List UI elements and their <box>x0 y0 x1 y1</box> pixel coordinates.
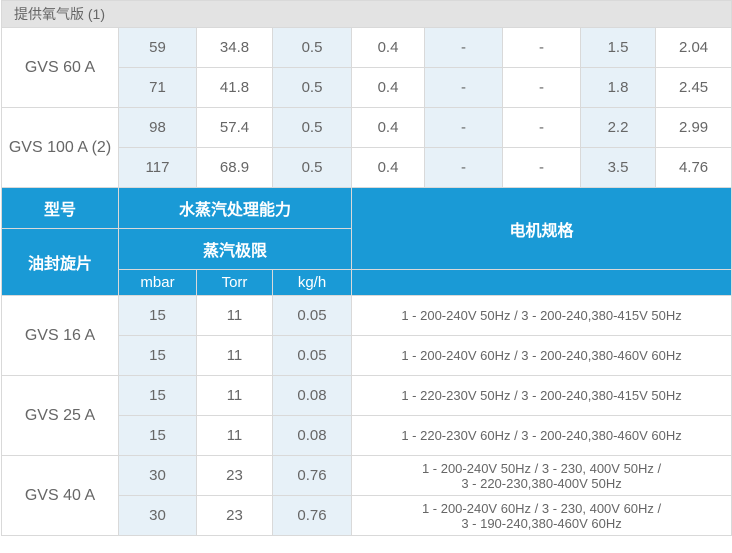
value-cell: - <box>424 67 503 108</box>
header-unit-kgh: kg/h <box>272 269 352 296</box>
motor-spec-cell: 1 - 200-240V 60Hz / 3 - 200-240,380-460V… <box>350 335 732 376</box>
header-row: 型号 水蒸汽处理能力 电机规格 <box>1 187 732 270</box>
table-row: GVS 40 A 30 23 0.76 1 - 200-240V 50Hz / … <box>1 455 732 536</box>
value-cell: 117 <box>118 147 197 188</box>
value-cell: 0.08 <box>272 415 352 456</box>
value-cell: - <box>502 147 581 188</box>
motor-spec-line: 3 - 190-240,380-460V 60Hz <box>461 515 622 531</box>
motor-spec-line: 1 - 200-240V 50Hz / 3 - 200-240,380-415V… <box>401 308 682 323</box>
section-band-label: 提供氧气版 (1) <box>0 0 732 28</box>
header-unit-torr: Torr <box>196 269 273 296</box>
value-cell: 34.8 <box>196 27 273 68</box>
value-cell: 98 <box>118 107 197 148</box>
motor-spec-line: 1 - 220-230V 50Hz / 3 - 200-240,380-415V… <box>401 388 682 403</box>
value-cell: 11 <box>196 415 273 456</box>
value-cell: - <box>424 147 503 188</box>
value-cell: 30 <box>118 495 197 536</box>
value-cell: 0.4 <box>351 27 425 68</box>
value-cell: 41.8 <box>196 67 273 108</box>
section-band: 提供氧气版 (1) <box>0 0 732 28</box>
value-cell: 1.8 <box>580 67 656 108</box>
value-cell: 1.5 <box>580 27 656 68</box>
motor-spec-cell: 1 - 220-230V 60Hz / 3 - 200-240,380-460V… <box>350 415 732 456</box>
motor-spec-line: 1 - 220-230V 60Hz / 3 - 200-240,380-460V… <box>401 428 682 443</box>
value-cell: 59 <box>118 27 197 68</box>
model-cell: GVS 60 A <box>1 27 119 108</box>
value-cell: 0.4 <box>351 147 425 188</box>
value-cell: 11 <box>196 295 273 336</box>
value-cell: 0.5 <box>272 67 352 108</box>
value-cell: 15 <box>118 375 197 416</box>
value-cell: 2.04 <box>654 27 732 68</box>
value-cell: - <box>424 107 503 148</box>
motor-spec-line: 1 - 200-240V 50Hz / 3 - 230, 400V 50Hz / <box>421 460 662 476</box>
model-cell: GVS 100 A (2) <box>1 107 119 188</box>
value-cell: 15 <box>118 335 197 376</box>
value-cell: 0.76 <box>272 495 352 536</box>
value-cell: 2.2 <box>580 107 656 148</box>
value-cell: 15 <box>118 415 197 456</box>
value-cell: 57.4 <box>196 107 273 148</box>
value-cell: 0.4 <box>351 107 425 148</box>
value-cell: 71 <box>118 67 197 108</box>
motor-spec-cell: 1 - 200-240V 60Hz / 3 - 230, 400V 60Hz /… <box>350 495 732 536</box>
header-pump-type: 油封旋片 <box>1 228 119 296</box>
header-vapor-capacity: 水蒸汽处理能力 <box>118 187 352 229</box>
model-cell: GVS 40 A <box>1 455 119 536</box>
header-unit-mbar: mbar <box>118 269 197 296</box>
header-unit-spacer <box>350 269 732 296</box>
spec-table: 提供氧气版 (1) GVS 60 A 59 34.8 0.5 0.4 - - 1… <box>0 0 732 536</box>
header-motor-spec: 电机规格 <box>350 187 732 270</box>
value-cell: 11 <box>196 335 273 376</box>
value-cell: 11 <box>196 375 273 416</box>
value-cell: 0.76 <box>272 455 352 496</box>
motor-spec-cell: 1 - 220-230V 50Hz / 3 - 200-240,380-415V… <box>350 375 732 416</box>
value-cell: 0.4 <box>351 67 425 108</box>
value-cell: 0.05 <box>272 295 352 336</box>
table-row: GVS 16 A 15 11 0.05 1 - 200-240V 50Hz / … <box>1 295 732 376</box>
value-cell: - <box>424 27 503 68</box>
value-cell: - <box>502 107 581 148</box>
value-cell: 0.5 <box>272 147 352 188</box>
value-cell: - <box>502 27 581 68</box>
motor-spec-line: 3 - 220-230,380-400V 50Hz <box>461 475 622 491</box>
value-cell: 0.08 <box>272 375 352 416</box>
value-cell: 2.99 <box>654 107 732 148</box>
motor-spec-cell: 1 - 200-240V 50Hz / 3 - 230, 400V 50Hz /… <box>350 455 732 496</box>
table-row: GVS 60 A 59 34.8 0.5 0.4 - - 1.5 2.04 <box>1 27 732 108</box>
value-cell: 2.45 <box>654 67 732 108</box>
value-cell: 68.9 <box>196 147 273 188</box>
model-cell: GVS 25 A <box>1 375 119 456</box>
model-cell: GVS 16 A <box>1 295 119 376</box>
value-cell: 0.5 <box>272 107 352 148</box>
value-cell: 15 <box>118 295 197 336</box>
table-row: GVS 25 A 15 11 0.08 1 - 220-230V 50Hz / … <box>1 375 732 456</box>
value-cell: 0.5 <box>272 27 352 68</box>
table-row: GVS 100 A (2) 98 57.4 0.5 0.4 - - 2.2 2.… <box>1 107 732 188</box>
value-cell: 4.76 <box>654 147 732 188</box>
value-cell: - <box>502 67 581 108</box>
header-vapor-limit: 蒸汽极限 <box>118 228 352 270</box>
value-cell: 23 <box>196 495 273 536</box>
motor-spec-line: 1 - 200-240V 60Hz / 3 - 200-240,380-460V… <box>401 348 682 363</box>
motor-spec-cell: 1 - 200-240V 50Hz / 3 - 200-240,380-415V… <box>350 295 732 336</box>
value-cell: 0.05 <box>272 335 352 376</box>
value-cell: 30 <box>118 455 197 496</box>
value-cell: 23 <box>196 455 273 496</box>
motor-spec-line: 1 - 200-240V 60Hz / 3 - 230, 400V 60Hz / <box>421 500 662 516</box>
header-model: 型号 <box>1 187 119 229</box>
value-cell: 3.5 <box>580 147 656 188</box>
